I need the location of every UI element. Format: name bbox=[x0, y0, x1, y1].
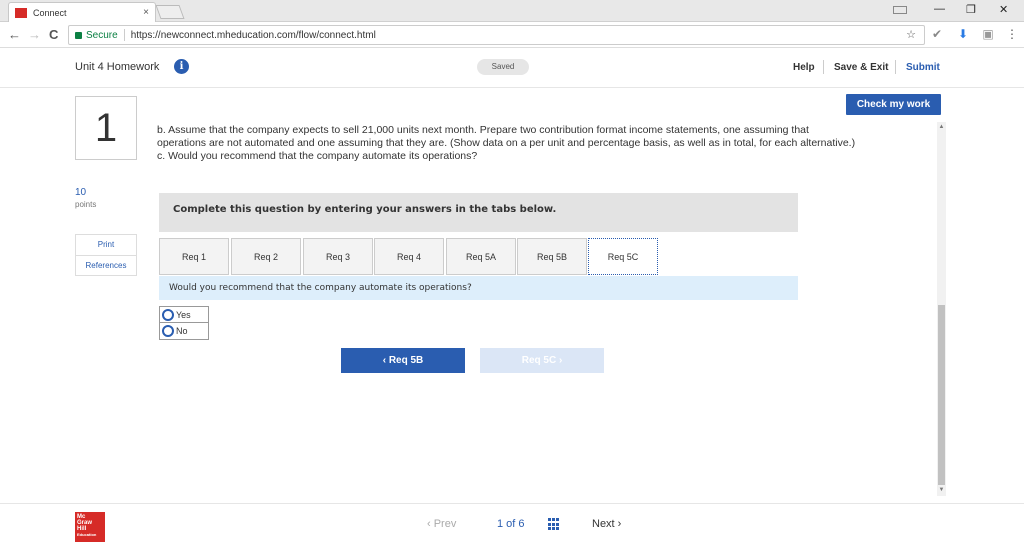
question-part-b: b. Assume that the company expects to se… bbox=[157, 124, 856, 149]
scroll-down-icon[interactable]: ▼ bbox=[937, 487, 946, 493]
connect-favicon-icon bbox=[15, 7, 27, 18]
tab-title: Connect bbox=[33, 7, 67, 18]
references-link[interactable]: References bbox=[76, 255, 136, 275]
footer: Mc Graw Hill Education ‹ Prev 1 of 6 Nex… bbox=[0, 503, 1024, 546]
tab-req-1[interactable]: Req 1 bbox=[159, 238, 229, 275]
browser-toolbar: ← → C Secure https://newconnect.mheducat… bbox=[0, 22, 1024, 48]
browser-tabbar: Connect × — ❐ ✕ bbox=[0, 0, 1024, 22]
check-my-work-button[interactable]: Check my work bbox=[846, 94, 941, 115]
answer-options: Yes No bbox=[159, 306, 209, 340]
info-icon[interactable]: i bbox=[174, 59, 189, 74]
assignment-title: Unit 4 Homework bbox=[75, 61, 160, 73]
bookmark-star-icon[interactable]: ☆ bbox=[906, 28, 916, 41]
print-link[interactable]: Print bbox=[76, 235, 136, 255]
option-yes-label: Yes bbox=[176, 309, 191, 320]
saved-status-badge: Saved bbox=[477, 59, 529, 75]
scroll-up-icon[interactable]: ▲ bbox=[937, 124, 946, 130]
lock-icon bbox=[75, 31, 82, 39]
question-text: b. Assume that the company expects to se… bbox=[157, 124, 857, 163]
address-bar[interactable]: Secure https://newconnect.mheducation.co… bbox=[68, 25, 925, 45]
extension-puzzle-icon[interactable]: ▣ bbox=[981, 27, 995, 41]
tab-req-5b[interactable]: Req 5B bbox=[517, 238, 587, 275]
new-tab-button[interactable] bbox=[155, 5, 185, 19]
secure-label: Secure bbox=[86, 29, 118, 41]
instruction-banner: Complete this question by entering your … bbox=[159, 193, 798, 232]
question-position: 1 of 6 bbox=[497, 518, 525, 530]
app-header: Unit 4 Homework i Saved Help Save & Exit… bbox=[0, 48, 1024, 88]
url-text: https://newconnect.mheducation.com/flow/… bbox=[130, 29, 376, 41]
requirement-prompt: Would you recommend that the company aut… bbox=[159, 276, 798, 300]
question-part-c: c. Would you recommend that the company … bbox=[157, 150, 478, 162]
forward-arrow-icon[interactable]: → bbox=[28, 27, 41, 42]
save-exit-link[interactable]: Save & Exit bbox=[834, 62, 888, 73]
system-tray-icon bbox=[893, 6, 907, 14]
resource-links: Print References bbox=[75, 234, 137, 276]
restore-icon[interactable]: ❐ bbox=[966, 3, 976, 16]
logo-line: Education bbox=[77, 532, 97, 537]
option-no[interactable]: No bbox=[159, 323, 209, 340]
points-value: 10 bbox=[75, 187, 87, 198]
next-requirement-button[interactable]: Req 5C › bbox=[480, 348, 604, 373]
help-link[interactable]: Help bbox=[793, 62, 815, 73]
next-question-link[interactable]: Next › bbox=[592, 518, 621, 530]
scrollbar-thumb[interactable] bbox=[938, 305, 945, 485]
prev-requirement-button[interactable]: ‹ Req 5B bbox=[341, 348, 465, 373]
tab-close-icon[interactable]: × bbox=[143, 7, 149, 18]
prev-question-link[interactable]: ‹ Prev bbox=[427, 518, 456, 530]
omnibox-divider bbox=[123, 29, 125, 41]
header-divider bbox=[823, 60, 824, 74]
tab-req-5c[interactable]: Req 5C bbox=[588, 238, 658, 275]
tab-req-4[interactable]: Req 4 bbox=[374, 238, 444, 275]
option-yes[interactable]: Yes bbox=[159, 306, 209, 323]
reload-icon[interactable]: C bbox=[49, 27, 58, 42]
back-arrow-icon[interactable]: ← bbox=[8, 27, 21, 42]
extension-check-icon[interactable]: ✔ bbox=[930, 27, 944, 41]
tab-req-3[interactable]: Req 3 bbox=[303, 238, 373, 275]
close-window-icon[interactable]: ✕ bbox=[999, 3, 1008, 16]
mcgraw-hill-logo: Mc Graw Hill Education bbox=[75, 512, 105, 542]
browser-tab[interactable]: Connect × bbox=[8, 2, 156, 22]
submit-link[interactable]: Submit bbox=[906, 62, 940, 73]
radio-yes[interactable] bbox=[162, 308, 174, 321]
question-grid-icon[interactable] bbox=[548, 518, 561, 531]
tab-req-5a[interactable]: Req 5A bbox=[446, 238, 516, 275]
download-extension-icon[interactable]: ⬇ bbox=[956, 27, 970, 41]
radio-no[interactable] bbox=[162, 325, 174, 337]
browser-menu-icon[interactable]: ⋮ bbox=[1005, 27, 1019, 41]
header-divider bbox=[895, 60, 896, 74]
tab-req-2[interactable]: Req 2 bbox=[231, 238, 301, 275]
question-number: 1 bbox=[75, 96, 137, 160]
minimize-icon[interactable]: — bbox=[934, 3, 945, 15]
points-label: points bbox=[75, 200, 97, 209]
option-no-label: No bbox=[176, 326, 188, 336]
